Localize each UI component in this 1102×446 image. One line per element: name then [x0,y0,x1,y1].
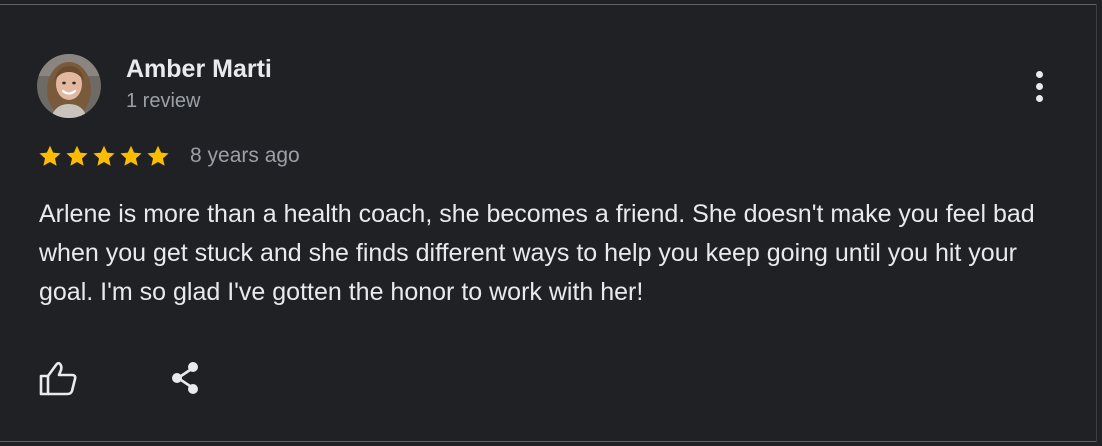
star-icon [66,145,88,166]
more-vert-icon [1035,70,1043,78]
review-text: Arlene is more than a health coach, she … [39,200,1035,306]
star-icon [93,145,115,166]
star-icon [120,145,142,166]
bottom-divider [0,441,1096,442]
star-rating [37,142,171,170]
star-icon [39,145,61,166]
author-review-count: 1 review [126,90,201,112]
more-options-button[interactable] [1022,66,1056,106]
share-button[interactable] [166,358,206,398]
thumb-up-icon [39,361,77,396]
author-name[interactable]: Amber Marti [126,55,272,84]
share-icon [172,362,198,394]
right-divider [1096,4,1097,442]
avatar[interactable] [37,54,101,118]
top-divider [0,4,1096,5]
star-icon [147,145,169,166]
like-button[interactable] [36,358,80,398]
review-time: 8 years ago [190,144,300,167]
